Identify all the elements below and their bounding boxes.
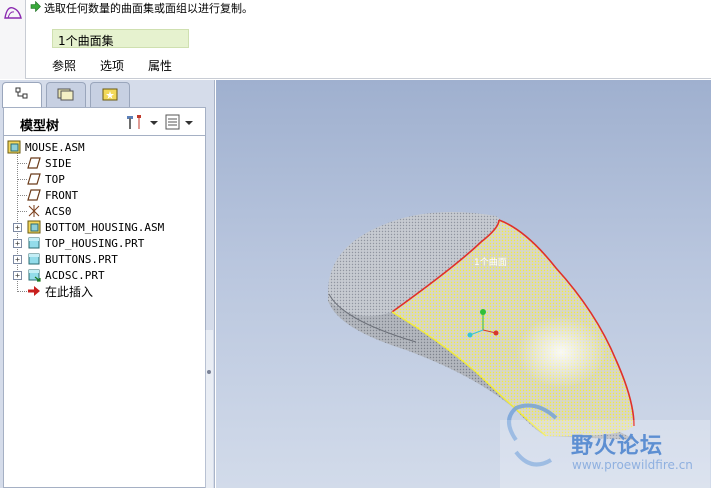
tree-item-side[interactable]: SIDE [26, 155, 72, 171]
favorites-tab[interactable] [90, 82, 130, 107]
tree-item-label: MOUSE.ASM [25, 140, 85, 154]
surface-set-collector[interactable]: 1个曲面集 [52, 29, 189, 48]
tree-show-button[interactable] [164, 113, 200, 133]
tree-item-label: 在此插入 [45, 284, 94, 299]
tree-item-label: TOP [45, 172, 65, 186]
settings-tools-icon [125, 113, 147, 134]
tree-item-label: FRONT [45, 188, 79, 202]
sash-grip-icon[interactable] [207, 370, 211, 374]
assembly-icon [26, 220, 42, 234]
assembly-icon [6, 140, 22, 154]
datum-plane-icon [26, 188, 42, 202]
expand-toggle[interactable]: + [13, 239, 22, 248]
tree-settings-button[interactable] [125, 113, 161, 133]
prompt-text: 选取任何数量的曲面集或面组以进行复制。 [44, 2, 253, 15]
tree-item-buttons[interactable]: BUTTONS.PRT [26, 251, 118, 267]
copy-feature-icon [0, 0, 26, 79]
tree-item-acdsc[interactable]: ACDSC.PRT [26, 267, 105, 283]
tree-item-label: SIDE [45, 156, 72, 170]
tree-item-label: BUTTONS.PRT [45, 252, 118, 266]
model-tree-header: 模型树 [4, 108, 205, 136]
tree-item-insert-here[interactable]: 在此插入 [26, 283, 93, 299]
part-icon [26, 236, 42, 250]
watermark-brand: 野火论坛 [571, 434, 664, 459]
model-tree-title: 模型树 [20, 119, 60, 134]
arrow-right-icon [30, 0, 41, 15]
tab-properties[interactable]: 属性 [136, 56, 184, 75]
favorites-icon [101, 86, 119, 105]
tree-item-top[interactable]: TOP [26, 171, 65, 187]
graphics-window[interactable] [216, 80, 711, 488]
navigator-tabs [2, 82, 134, 108]
datum-plane-icon [26, 172, 42, 186]
dashboard-tabs: 参照 选项 属性 [40, 56, 184, 75]
tree-connector [17, 150, 18, 290]
model-tree-tab[interactable] [2, 82, 42, 108]
tree-root[interactable]: MOUSE.ASM [6, 139, 85, 155]
selection-label: 1个曲面 [474, 258, 507, 268]
navigator-scrollbar[interactable] [205, 330, 213, 488]
chevron-down-icon [150, 121, 158, 125]
part-icon [26, 268, 42, 282]
datum-plane-icon [26, 156, 42, 170]
tree-item-label: BOTTOM_HOUSING.ASM [45, 220, 165, 234]
tree-item-front[interactable]: FRONT [26, 187, 78, 203]
navigator-panel: 模型树 MOUSE.ASM SIDE TOP FRONT ACS0 + BOTT… [0, 80, 215, 488]
insert-here-icon [26, 284, 42, 298]
tree-item-label: ACDSC.PRT [45, 268, 105, 282]
tab-references[interactable]: 参照 [40, 56, 88, 75]
tree-item-acs0[interactable]: ACS0 [26, 203, 72, 219]
tab-options[interactable]: 选项 [88, 56, 136, 75]
list-icon [164, 113, 182, 134]
part-icon [26, 252, 42, 266]
coordinate-system-icon [26, 204, 42, 218]
model-tree-icon [14, 86, 30, 105]
tree-item-label: ACS0 [45, 204, 72, 218]
expand-toggle[interactable]: + [13, 271, 22, 280]
model-tree-panel: 模型树 MOUSE.ASM SIDE TOP FRONT ACS0 + BOTT… [3, 107, 206, 488]
mouse-model[interactable] [216, 80, 711, 488]
expand-toggle[interactable]: + [13, 255, 22, 264]
watermark-url: www.proewildfire.cn [572, 458, 693, 472]
tree-item-label: TOP_HOUSING.PRT [45, 236, 145, 250]
feature-dashboard: 选取任何数量的曲面集或面组以进行复制。 1个曲面集 参照 选项 属性 [0, 0, 711, 79]
tree-item-top-housing[interactable]: TOP_HOUSING.PRT [26, 235, 144, 251]
folder-icon [57, 86, 75, 105]
tree-item-bottom-housing[interactable]: BOTTOM_HOUSING.ASM [26, 219, 164, 235]
folder-browser-tab[interactable] [46, 82, 86, 107]
chevron-down-icon [185, 121, 193, 125]
model-tree: MOUSE.ASM SIDE TOP FRONT ACS0 + BOTTOM_H… [4, 137, 205, 487]
message-prompt: 选取任何数量的曲面集或面组以进行复制。 [30, 0, 253, 15]
expand-toggle[interactable]: + [13, 223, 22, 232]
